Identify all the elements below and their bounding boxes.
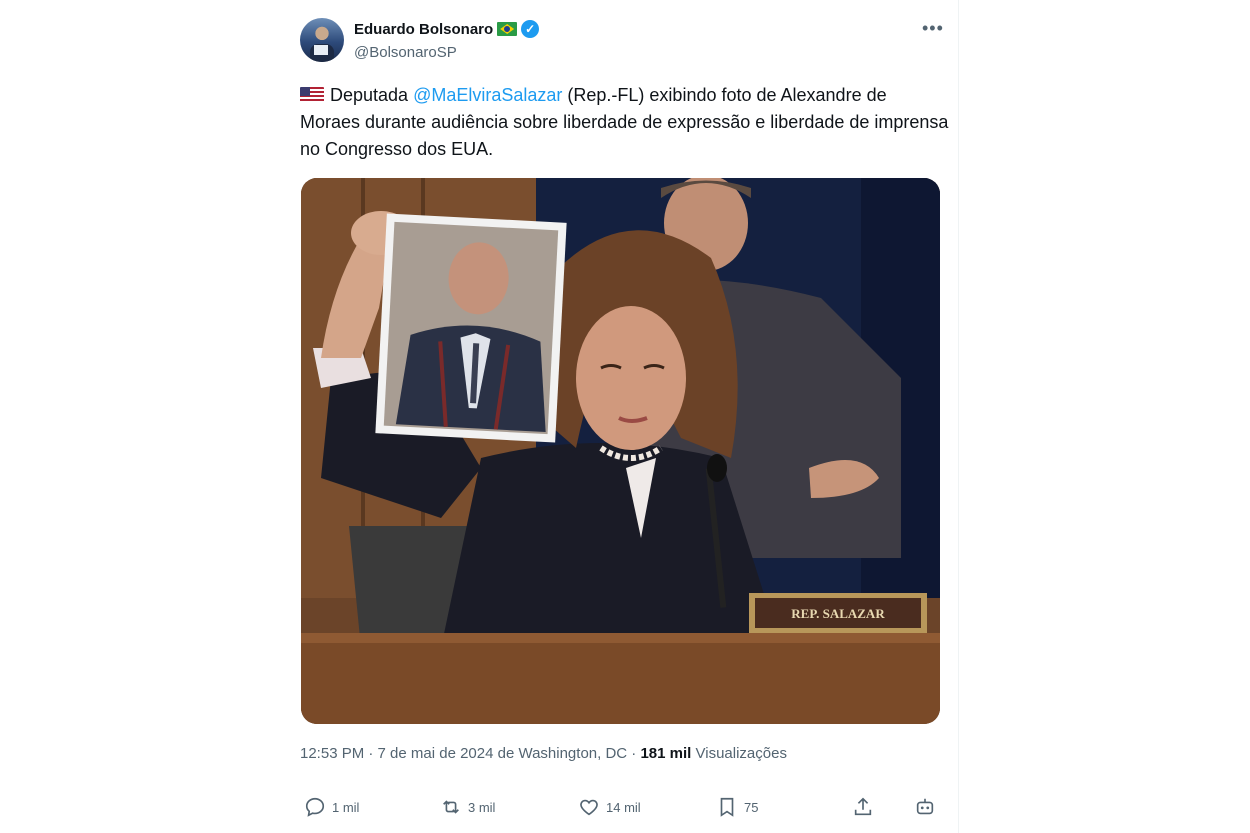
tweet-media-photo[interactable]: REP. SALAZAR <box>301 178 940 724</box>
timestamp[interactable]: 12:53 PM · 7 de mai de 2024 de Washingto… <box>300 745 640 762</box>
repost-count: 3 mil <box>468 799 496 815</box>
views-count: 181 mil <box>640 745 692 762</box>
reply-icon <box>305 797 325 817</box>
author-name-row: Eduardo Bolsonaro ✓ <box>354 20 540 38</box>
verified-badge-icon[interactable]: ✓ <box>521 20 540 38</box>
more-options-icon[interactable]: ••• <box>922 18 944 39</box>
action-bar: 1 mil 3 mil 14 mil 75 <box>300 796 940 826</box>
column-divider <box>958 0 959 833</box>
bookmark-icon <box>720 797 734 817</box>
bookmark-count: 75 <box>744 799 759 815</box>
tweet-meta: 12:53 PM · 7 de mai de 2024 de Washingto… <box>300 745 787 762</box>
us-flag-icon <box>300 87 324 103</box>
reply-count: 1 mil <box>332 799 360 815</box>
repost-icon <box>443 800 459 814</box>
avatar[interactable] <box>300 18 344 62</box>
like-count: 14 mil <box>606 799 641 815</box>
mention-link[interactable]: @MaElviraSalazar <box>413 85 562 105</box>
grok-button[interactable] <box>914 796 936 818</box>
placard-text: REP. SALAZAR <box>791 606 885 621</box>
bookmark-button[interactable]: 75 <box>716 796 758 818</box>
repost-button[interactable]: 3 mil <box>440 796 495 818</box>
grok-icon <box>916 798 934 815</box>
tweet-text: Deputada @MaElviraSalazar (Rep.-FL) exib… <box>300 82 950 163</box>
tweet-text-part: Deputada <box>330 85 414 105</box>
author-name[interactable]: Eduardo Bolsonaro <box>354 21 493 38</box>
share-button[interactable] <box>852 796 874 818</box>
views-label: Visualizações <box>691 745 787 762</box>
brazil-flag-icon <box>497 22 518 36</box>
tweet-card: Eduardo Bolsonaro ✓ @BolsonaroSP ••• Dep… <box>284 0 960 833</box>
author-handle[interactable]: @BolsonaroSP <box>354 44 457 61</box>
share-icon <box>854 797 872 816</box>
reply-button[interactable]: 1 mil <box>304 796 359 818</box>
like-icon <box>580 799 598 816</box>
like-button[interactable]: 14 mil <box>578 796 641 818</box>
